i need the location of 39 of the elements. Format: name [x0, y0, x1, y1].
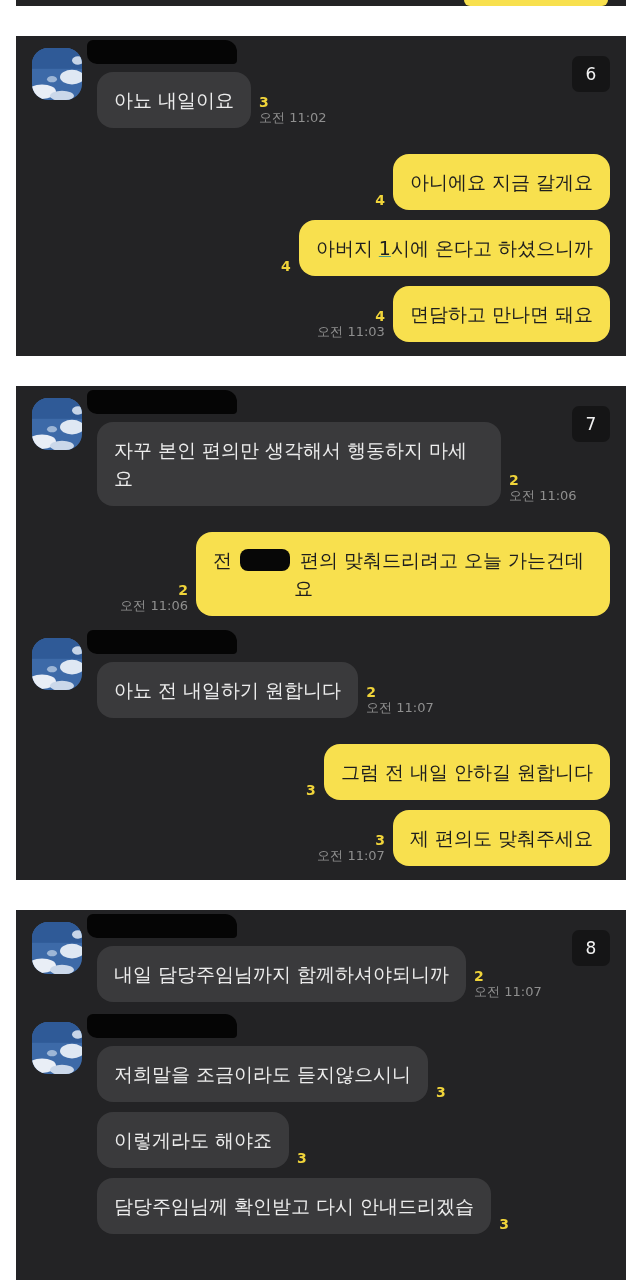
timestamp: 오전 11:07 [474, 984, 542, 1000]
message-bubble: 제 편의도 맞춰주세요 [392, 810, 610, 866]
unread-count: 3 [297, 1150, 307, 1166]
message-text: 아버지 [315, 236, 374, 261]
timestamp: 오전 11:06 [509, 488, 577, 504]
message-bubble: 저희말을 조금이라도 듣지않으시니 [97, 1046, 429, 1102]
message-bubble: 아뇨 내일이요 [97, 72, 252, 128]
unread-count: 3 [306, 782, 316, 798]
unread-count: 2 [366, 684, 376, 700]
message-bubble: 담당주임님께 확인받고 다시 안내드리겠습 [97, 1178, 492, 1234]
page-number-badge: 7 [572, 406, 610, 442]
message-text: 시에 온다고 하셨으니까 [390, 236, 593, 261]
page-number-badge: 8 [572, 930, 610, 966]
message-bubble: 아니에요 지금 갈게요 [392, 154, 610, 210]
timestamp: 오전 11:06 [120, 598, 188, 614]
page-number-badge: 6 [572, 56, 610, 92]
timestamp: 오전 11:07 [317, 848, 385, 864]
unread-count: 3 [259, 94, 269, 110]
unread-count: 4 [375, 308, 385, 324]
message-bubble: 면담하고 만나면 돼요 [392, 286, 610, 342]
unread-count: 3 [499, 1216, 509, 1232]
unread-count: 2 [178, 582, 188, 598]
message-bubble: 이렇게라도 해야죠 [97, 1112, 290, 1168]
message-bubble: 그럼 전 내일 안하길 원합니다 [323, 744, 610, 800]
message-text: 편의 맞춰드리려고 오늘 가는건데요 [294, 548, 586, 601]
unread-count: 3 [436, 1084, 446, 1100]
message-bubble: 내일 담당주임님까지 함께하셔야되니까 [97, 946, 467, 1002]
message-bubble: 아뇨 전 내일하기 원합니다 [97, 662, 359, 718]
timestamp: 오전 11:02 [259, 110, 327, 126]
unread-count: 4 [375, 192, 385, 208]
timestamp: 오전 11:03 [317, 324, 385, 340]
link-text[interactable]: 1 [378, 234, 391, 262]
timestamp: 오전 11:07 [366, 700, 434, 716]
unread-count: 2 [509, 472, 519, 488]
unread-count: 4 [281, 258, 291, 274]
unread-count: 2 [474, 968, 484, 984]
unread-count: 3 [375, 832, 385, 848]
message-bubble: 자꾸 본인 편의만 생각해서 행동하지 마세요 [97, 422, 501, 506]
message-text: 전 [213, 548, 233, 573]
